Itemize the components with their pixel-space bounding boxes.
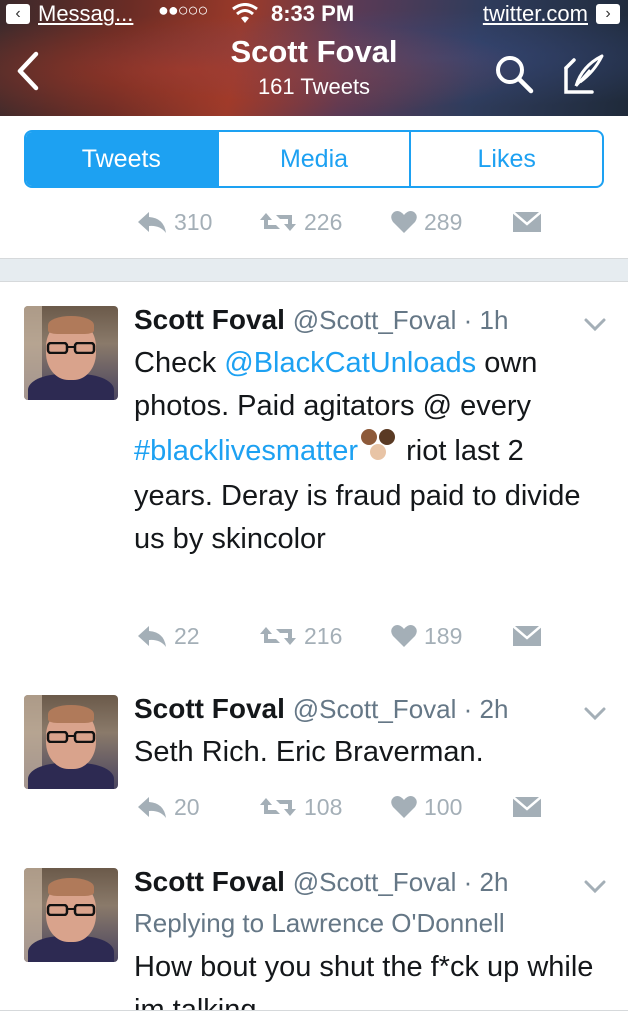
retweet-button[interactable]: 226 [258, 204, 342, 240]
glasses-icon [46, 342, 96, 354]
tweet-item[interactable]: Scott Foval @Scott_Foval · 2h Replying t… [0, 844, 628, 1010]
reply-icon [138, 212, 166, 233]
chevron-down-icon[interactable] [582, 705, 608, 723]
tweet-item[interactable]: Scott Foval @Scott_Foval · 2h Seth Rich.… [0, 671, 628, 845]
back-to-app-icon[interactable]: ‹ [6, 4, 30, 24]
author-handle[interactable]: @Scott_Foval [293, 305, 457, 335]
section-divider [0, 258, 628, 282]
heart-icon [391, 625, 417, 647]
profile-tabs-bar: Tweets Media Likes [0, 116, 628, 205]
like-button[interactable]: 189 [390, 618, 462, 654]
tweet-header: Scott Foval @Scott_Foval · 2h [134, 693, 509, 724]
reply-prefix: Replying to [134, 908, 265, 938]
reply-count: 20 [174, 793, 200, 820]
direct-message-button[interactable] [512, 789, 542, 825]
retweet-count: 216 [304, 622, 343, 649]
retweet-count: 226 [304, 208, 343, 235]
reply-icon [138, 626, 166, 647]
tweet-time: 2h [479, 867, 509, 897]
author-handle[interactable]: @Scott_Foval [293, 867, 457, 897]
retweet-icon [260, 798, 296, 816]
tab-likes[interactable]: Likes [409, 132, 602, 186]
compose-button[interactable] [560, 50, 608, 98]
heart-icon [391, 211, 417, 233]
envelope-icon [512, 211, 542, 232]
tweet-time: 2h [479, 694, 509, 724]
hashtag-link[interactable]: #blacklivesmatter [134, 435, 358, 467]
chevron-down-icon[interactable] [582, 316, 608, 334]
domain-link[interactable]: twitter.com [483, 1, 588, 27]
back-to-app-link[interactable]: Messag... [38, 1, 133, 27]
tweet-header: Scott Foval @Scott_Foval · 1h [134, 304, 509, 335]
profile-header: ‹ Messag... ●●○○○ 8:33 PM twitter.com › … [0, 0, 628, 116]
tweet-text: Seth Rich. Eric Braverman. [134, 736, 484, 768]
compose-icon [564, 54, 604, 94]
retweet-button[interactable]: 216 [258, 618, 342, 654]
direct-message-button[interactable] [512, 618, 542, 654]
wifi-icon [232, 3, 258, 31]
like-count: 100 [424, 793, 463, 820]
reply-button[interactable]: 22 [136, 618, 200, 654]
retweet-count: 108 [304, 793, 343, 820]
retweet-button[interactable]: 108 [258, 789, 342, 825]
forward-icon[interactable]: › [596, 4, 620, 24]
reply-button[interactable]: 20 [136, 789, 200, 825]
like-button[interactable]: 289 [390, 204, 462, 240]
profile-tabs: Tweets Media Likes [24, 130, 604, 188]
retweet-icon [260, 213, 296, 231]
nav-bar: Scott Foval 161 Tweets [0, 30, 628, 116]
reply-to-link[interactable]: Lawrence O'Donnell [271, 908, 504, 938]
status-time: 8:33 PM [271, 1, 355, 26]
author-name[interactable]: Scott Foval [134, 693, 285, 724]
chevron-down-icon[interactable] [582, 878, 608, 896]
author-name[interactable]: Scott Foval [134, 866, 285, 897]
tweet-item[interactable]: Scott Foval @Scott_Foval · 1h Check @Bla… [0, 282, 628, 672]
tweet-text: Check @BlackCatUnloads own photos. Paid … [134, 347, 581, 555]
author-handle[interactable]: @Scott_Foval [293, 694, 457, 724]
direct-message-button[interactable] [512, 204, 542, 240]
tweet-header: Scott Foval @Scott_Foval · 2h [134, 866, 509, 897]
tweet-text: How bout you shut the f*ck up while im t… [134, 951, 594, 1010]
reply-context: Replying to Lawrence O'Donnell [134, 908, 505, 939]
like-count: 189 [424, 622, 463, 649]
tab-tweets[interactable]: Tweets [26, 132, 217, 186]
heart-icon [391, 796, 417, 818]
reply-button[interactable]: 310 [136, 204, 212, 240]
envelope-icon [512, 625, 542, 646]
avatar[interactable] [24, 868, 118, 962]
mention-link[interactable]: @BlackCatUnloads [224, 347, 476, 379]
reply-count: 22 [174, 622, 200, 649]
glasses-icon [46, 731, 96, 743]
raised-fists-emoji-icon [358, 428, 398, 475]
previous-tweet-actions: 310 226 289 [0, 202, 628, 258]
like-button[interactable]: 100 [390, 789, 462, 825]
search-button[interactable] [492, 52, 536, 96]
tweet-actions: 22 216 189 [0, 618, 628, 654]
reply-icon [138, 797, 166, 818]
tweet-actions: 20 108 100 [0, 789, 628, 825]
reply-count: 310 [174, 208, 213, 235]
retweet-icon [260, 627, 296, 645]
status-bar: ‹ Messag... ●●○○○ 8:33 PM twitter.com › [0, 0, 628, 30]
avatar[interactable] [24, 306, 118, 400]
tweet-time: 1h [479, 305, 509, 335]
bottom-toolbar [0, 1010, 628, 1025]
tab-media[interactable]: Media [216, 132, 410, 186]
search-icon [496, 56, 534, 94]
envelope-icon [512, 796, 542, 817]
avatar[interactable] [24, 695, 118, 789]
signal-strength-icon: ●●○○○ [158, 0, 208, 20]
author-name[interactable]: Scott Foval [134, 304, 285, 335]
like-count: 289 [424, 208, 463, 235]
glasses-icon [46, 904, 96, 916]
